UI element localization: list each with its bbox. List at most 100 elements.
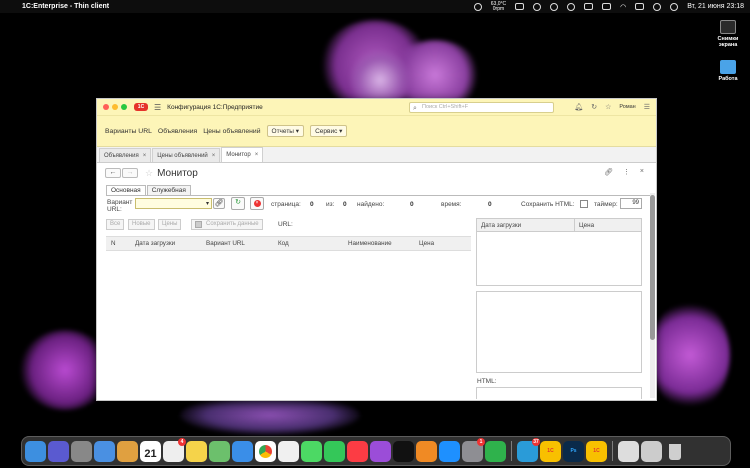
telegram-icon[interactable]: 37 xyxy=(517,437,540,462)
desktop-icon-work[interactable]: Работа xyxy=(710,60,746,82)
control-center-icon[interactable] xyxy=(635,3,645,10)
filter-prices-button[interactable]: Цены xyxy=(158,219,182,230)
bell-icon[interactable]: 🔔︎ xyxy=(574,103,583,111)
favorites-icon[interactable]: ☆ xyxy=(605,103,611,111)
password-icon[interactable] xyxy=(550,2,559,11)
global-search-input[interactable]: ⌕ Поиск Ctrl+Shift+F xyxy=(409,102,554,113)
launchpad-icon[interactable] xyxy=(71,440,92,462)
photos-icon[interactable] xyxy=(278,440,299,462)
column-n[interactable]: N xyxy=(111,240,116,247)
facetime-icon[interactable] xyxy=(324,440,345,462)
music-icon[interactable] xyxy=(347,440,368,462)
close-form-icon[interactable]: × xyxy=(640,168,644,176)
dropdown-arrow-icon[interactable]: ▾ xyxy=(206,200,209,207)
form-scrollbar[interactable] xyxy=(650,193,655,398)
save-data-button[interactable]: Сохранить данные xyxy=(191,219,263,230)
messages-icon[interactable] xyxy=(301,440,322,462)
settings-menu-icon[interactable]: ☰ xyxy=(644,103,650,111)
close-window-button[interactable] xyxy=(103,104,109,110)
more-actions-icon[interactable]: ⋮ xyxy=(623,168,630,176)
open-tab-ad-prices[interactable]: Цены объявлений × xyxy=(152,148,221,162)
open-tab-monitor[interactable]: Монитор × xyxy=(221,147,264,162)
documents-stack-icon[interactable] xyxy=(641,440,662,462)
finder-icon[interactable] xyxy=(25,440,46,462)
desktop-icon-screenshots[interactable]: Снимки экрана xyxy=(710,20,746,48)
variant-url-input[interactable]: ▾ xyxy=(135,198,212,209)
maps-icon[interactable] xyxy=(209,440,230,462)
column-price[interactable]: Цена xyxy=(419,240,434,247)
user-name[interactable]: Роман xyxy=(619,104,635,110)
back-button[interactable]: ← xyxy=(105,168,121,178)
html-text-area[interactable] xyxy=(476,387,642,399)
search-icon[interactable] xyxy=(653,2,662,11)
filter-new-button[interactable]: Новые xyxy=(128,219,155,230)
info-icon[interactable] xyxy=(567,2,576,11)
folder-icon xyxy=(720,60,736,74)
main-menu-icon[interactable]: ☰ xyxy=(154,103,161,112)
save-html-checkbox[interactable] xyxy=(580,200,588,208)
filter-all-button[interactable]: Все xyxy=(106,219,125,230)
system-preferences-icon[interactable]: 1 xyxy=(462,437,485,462)
results-table[interactable]: N Дата загрузки Вариант URL Код Наименов… xyxy=(106,236,471,396)
column-name[interactable]: Наименование xyxy=(348,240,392,247)
calendar-icon[interactable]: 21 xyxy=(140,440,161,462)
url-text-area[interactable] xyxy=(476,291,642,373)
chrome-icon[interactable] xyxy=(255,440,276,462)
scrollbar-thumb[interactable] xyxy=(650,195,655,340)
screenshots-folder-icon xyxy=(720,20,736,34)
open-link-button[interactable]: 🔗︎ xyxy=(213,198,225,209)
battery-icon[interactable] xyxy=(602,3,612,10)
stop-button[interactable]: × xyxy=(250,197,264,210)
section-variants-url[interactable]: Варианты URL xyxy=(105,128,152,135)
minimize-window-button[interactable] xyxy=(112,104,118,110)
temperature-readout[interactable]: 63,0°C 0rpm xyxy=(491,1,506,12)
column-load-date[interactable]: Дата загрузки xyxy=(135,240,175,247)
whatsapp-icon[interactable] xyxy=(485,440,506,462)
keynote-icon[interactable] xyxy=(117,440,138,462)
safari-icon[interactable] xyxy=(232,440,253,462)
close-tab-icon[interactable]: × xyxy=(143,153,147,159)
favorite-star-icon[interactable]: ☆ xyxy=(145,168,153,179)
column-price[interactable]: Цена xyxy=(579,222,594,229)
time-value: 0 xyxy=(488,201,492,208)
reports-menu-button[interactable]: Отчеты ▾ xyxy=(266,125,305,137)
cpu-icon[interactable] xyxy=(515,3,525,10)
close-tab-icon[interactable]: × xyxy=(255,152,259,158)
history-icon[interactable]: ↻ xyxy=(591,103,597,111)
column-code[interactable]: Код xyxy=(278,240,289,247)
menubar-app-title[interactable]: 1C:Enterprise - Thin client xyxy=(22,3,109,10)
price-history-table[interactable]: Дата загрузки Цена xyxy=(476,218,642,286)
1c-enterprise-icon[interactable]: 1С xyxy=(586,440,607,462)
column-load-date[interactable]: Дата загрузки xyxy=(481,222,521,229)
screen-icon[interactable] xyxy=(584,3,594,10)
trash-icon[interactable] xyxy=(664,441,685,462)
siri-icon[interactable] xyxy=(48,440,69,462)
open-tab-ads[interactable]: Объявления × xyxy=(99,148,152,162)
messenger-icon[interactable] xyxy=(533,2,542,11)
stop-icon: × xyxy=(253,200,261,207)
downloads-stack-icon[interactable] xyxy=(618,440,639,462)
section-ad-prices[interactable]: Цены объявлений xyxy=(203,128,260,135)
books-icon[interactable] xyxy=(416,440,437,462)
zoom-window-button[interactable] xyxy=(121,104,127,110)
mail-icon[interactable] xyxy=(94,440,115,462)
status-icon[interactable] xyxy=(473,2,482,11)
timer-input[interactable]: 99 xyxy=(620,198,642,209)
wifi-icon[interactable]: ◠ xyxy=(620,3,626,11)
tv-icon[interactable] xyxy=(393,440,414,462)
column-variant-url[interactable]: Вариант URL xyxy=(206,240,245,247)
notes-icon[interactable] xyxy=(186,440,207,462)
siri-icon[interactable] xyxy=(670,2,679,11)
podcasts-icon[interactable] xyxy=(370,440,391,462)
app-store-icon[interactable] xyxy=(439,440,460,462)
section-ads[interactable]: Объявления xyxy=(158,128,197,135)
refresh-button[interactable]: ↻ xyxy=(231,197,245,210)
1c-designer-icon[interactable]: 1С xyxy=(540,440,561,462)
photoshop-icon[interactable]: Ps xyxy=(563,440,584,462)
reminders-icon[interactable]: 4 xyxy=(163,437,186,462)
menubar-clock[interactable]: Вт, 21 июня 23:18 xyxy=(687,3,744,10)
link-icon[interactable]: 🔗︎ xyxy=(604,168,613,176)
service-menu-button[interactable]: Сервис ▾ xyxy=(310,125,348,137)
forward-button[interactable]: → xyxy=(122,168,138,178)
close-tab-icon[interactable]: × xyxy=(212,153,216,159)
